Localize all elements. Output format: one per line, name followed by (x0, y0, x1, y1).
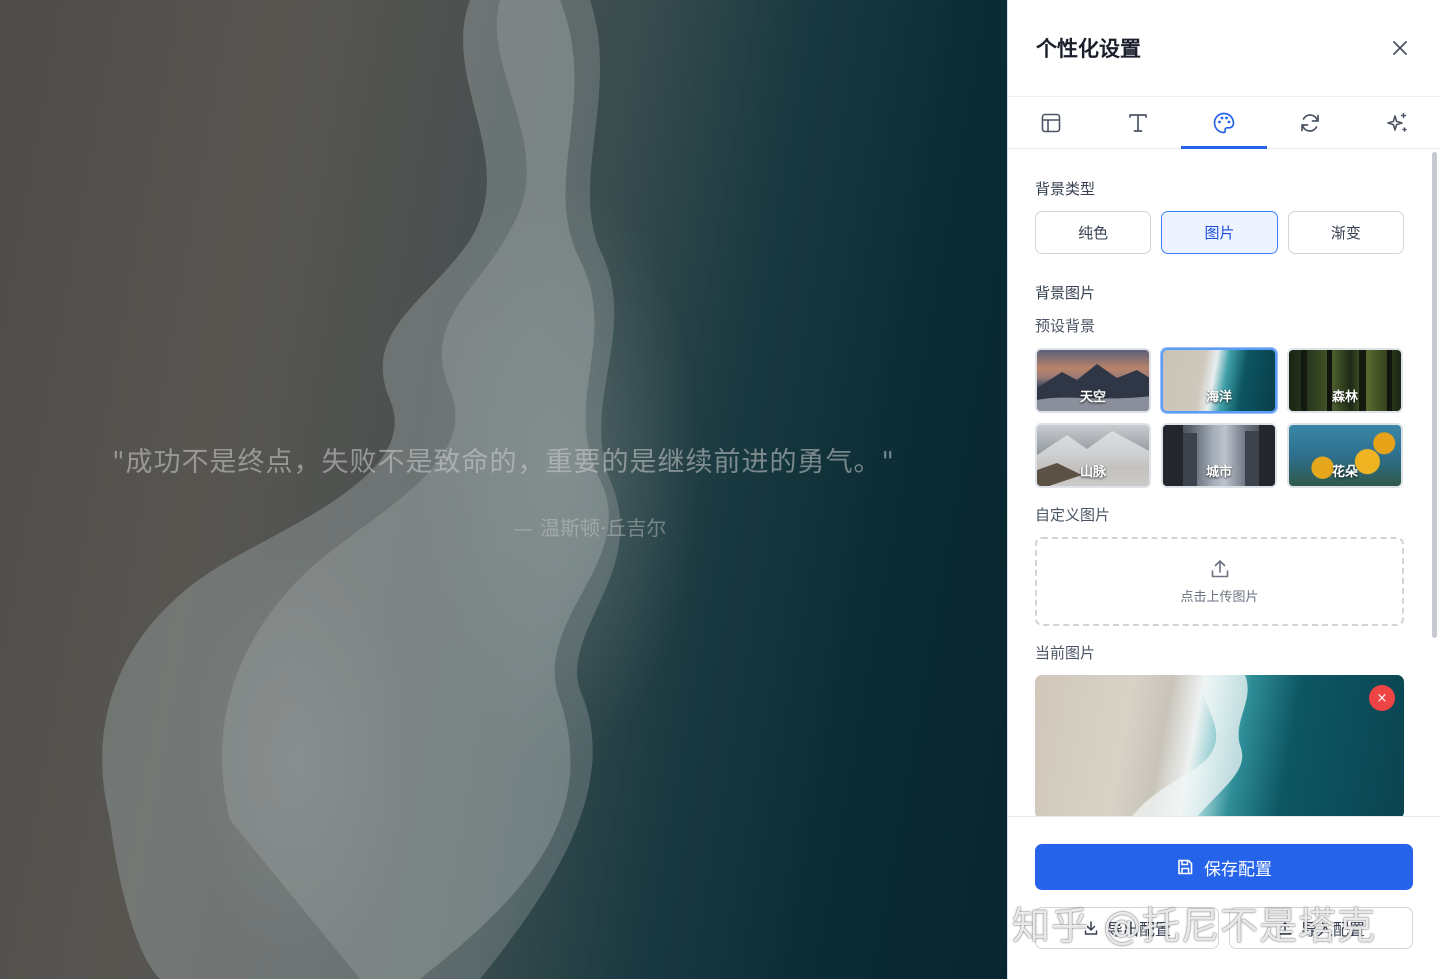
preset-label: 森林 (1331, 389, 1358, 404)
background-type-label: 背景类型 (1035, 181, 1096, 198)
tab-bar (1008, 97, 1440, 149)
type-image-button[interactable]: 图片 (1161, 211, 1278, 254)
save-config-button[interactable]: 保存配置 (1035, 844, 1413, 890)
upload-text: 点击上传图片 (1180, 589, 1259, 604)
save-icon (1178, 859, 1193, 875)
preset-label: 天空 (1079, 389, 1106, 404)
tab-effects[interactable] (1354, 97, 1440, 148)
preset-mountain[interactable]: 山脉 (1035, 423, 1151, 488)
layout-icon (1041, 113, 1061, 132)
text-icon (1128, 113, 1147, 132)
custom-image-label: 自定义图片 (1035, 507, 1111, 524)
tab-text[interactable] (1094, 97, 1180, 148)
background-image-label: 背景图片 (1035, 285, 1096, 302)
type-solid-button[interactable]: 纯色 (1035, 211, 1152, 254)
quote-author: — 温斯顿·丘吉尔 (513, 516, 667, 540)
preset-flower[interactable]: 花朵 (1287, 423, 1403, 488)
panel-header: 个性化设置 (1008, 0, 1440, 97)
preset-ocean[interactable]: 海洋 (1161, 348, 1277, 413)
upload-icon (1211, 560, 1228, 578)
palette-icon (1213, 112, 1235, 133)
preset-forest[interactable]: 森林 (1287, 348, 1403, 413)
quote-text: "成功不是终点，失败不是致命的，重要的是继续前进的勇气。" (112, 447, 895, 478)
preset-grid: 天空 海洋 森林 山脉 城市 花朵 (1035, 348, 1404, 488)
scrollbar[interactable] (1432, 152, 1437, 638)
type-gradient-button[interactable]: 渐变 (1287, 211, 1404, 254)
preset-label: 山脉 (1079, 464, 1106, 479)
tab-background[interactable] (1180, 97, 1268, 149)
settings-scroll-area[interactable]: 背景类型 纯色 图片 渐变 背景图片 预设背景 天空 海洋 森林 山脉 城市 花… (1008, 150, 1440, 816)
preset-background-label: 预设背景 (1035, 318, 1096, 335)
close-button[interactable] (1388, 36, 1412, 60)
current-image-preview: × (1035, 675, 1404, 816)
preset-sky[interactable]: 天空 (1035, 348, 1151, 413)
preset-label: 海洋 (1205, 389, 1232, 404)
preset-label: 城市 (1205, 464, 1232, 479)
background-type-group: 纯色 图片 渐变 (1035, 211, 1404, 254)
settings-panel: 个性化设置 背景类型 纯色 图片 渐变 背景图片 预设背景 天空 海洋 森林 山… (1007, 0, 1440, 979)
current-image-waves (1132, 675, 1248, 816)
preset-city[interactable]: 城市 (1161, 423, 1277, 488)
watermark: 知乎 @托尼不是塔克 (1012, 904, 1377, 948)
sparkles-icon (1387, 112, 1407, 132)
panel-title: 个性化设置 (1036, 38, 1141, 61)
close-icon (1393, 41, 1407, 55)
upload-image-dropzone[interactable]: 点击上传图片 (1035, 537, 1404, 626)
tab-refresh[interactable] (1267, 97, 1353, 148)
remove-image-button[interactable]: × (1369, 685, 1395, 711)
current-image-label: 当前图片 (1035, 645, 1096, 662)
preset-label: 花朵 (1331, 464, 1358, 479)
refresh-icon (1301, 113, 1320, 132)
save-config-label: 保存配置 (1204, 859, 1272, 879)
tab-layout[interactable] (1008, 97, 1094, 148)
